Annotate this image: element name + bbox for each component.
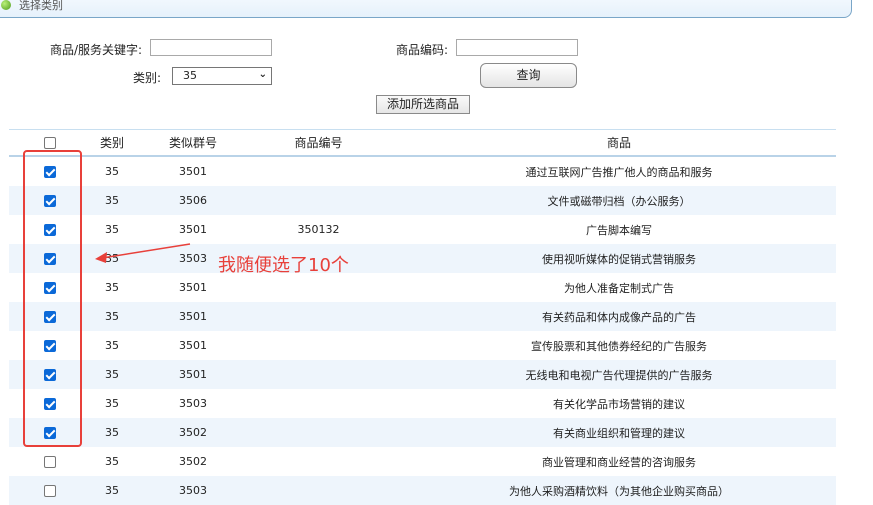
- table-row[interactable]: 35 3503 为他人采购酒精饮料（为其他企业购买商品）: [9, 476, 836, 505]
- table-row[interactable]: 35 3501 有关药品和体内成像产品的广告: [9, 302, 836, 331]
- row-name: 有关药品和体内成像产品的广告: [542, 310, 696, 324]
- header-group: 类似群号: [168, 136, 217, 150]
- row-checkbox[interactable]: [44, 455, 56, 468]
- category-label: 类别:: [133, 71, 162, 85]
- category-select[interactable]: 35 ⌄: [172, 67, 272, 85]
- table-header: 类别 类似群号 商品编号 商品: [9, 129, 836, 157]
- row-group: 3501: [179, 281, 207, 294]
- row-name: 有关化学品市场营销的建议: [553, 397, 685, 411]
- row-code: [235, 302, 402, 331]
- row-group: 3502: [179, 426, 207, 439]
- annotation-text: 我随便选了10个: [218, 255, 349, 276]
- keyword-label: 商品/服务关键字:: [50, 43, 143, 57]
- row-name: 无线电和电视广告代理提供的广告服务: [525, 368, 713, 382]
- row-code: [235, 447, 402, 476]
- row-name: 广告脚本编写: [586, 223, 652, 237]
- header-name: 商品: [606, 136, 631, 150]
- row-group: 3501: [179, 165, 207, 178]
- row-category: 35: [105, 484, 119, 497]
- product-table: 类别 类似群号 商品编号 商品 35 3501 通过互联网广告推广他人的商品和服务 3…: [9, 129, 836, 505]
- row-checkbox-cell: [27, 476, 73, 505]
- row-code: [235, 389, 402, 418]
- row-name: 为他人准备定制式广告: [564, 281, 674, 295]
- table-row[interactable]: 35 3501 宣传股票和其他债券经纪的广告服务: [9, 331, 836, 360]
- row-name: 商业管理和商业经营的咨询服务: [542, 455, 696, 469]
- query-button[interactable]: 查询: [480, 63, 577, 88]
- row-checkbox-cell: [27, 447, 73, 476]
- row-group: 3502: [179, 455, 207, 468]
- row-name: 有关商业组织和管理的建议: [553, 426, 685, 440]
- annotation-highlight-box: [23, 150, 82, 447]
- product-code-label: 商品编码:: [396, 43, 449, 57]
- row-group: 3501: [179, 368, 207, 381]
- row-code: 350132: [297, 223, 340, 236]
- category-select-value: 35: [183, 69, 197, 82]
- row-name: 使用视听媒体的促销式营销服务: [542, 252, 696, 266]
- row-category: 35: [105, 281, 119, 294]
- select-all-checkbox[interactable]: [44, 136, 56, 149]
- row-group: 3503: [179, 484, 207, 497]
- row-name: 通过互联网广告推广他人的商品和服务: [525, 165, 713, 179]
- row-category: 35: [105, 426, 119, 439]
- row-code: [235, 418, 402, 447]
- row-code: [235, 157, 402, 186]
- dialog-title: 选择类别: [19, 0, 63, 12]
- row-code: [235, 331, 402, 360]
- row-group: 3503: [179, 397, 207, 410]
- row-code: [235, 476, 402, 505]
- add-selected-button[interactable]: 添加所选商品: [376, 95, 470, 114]
- row-group: 3501: [179, 339, 207, 352]
- header-code: 商品编号: [294, 136, 343, 150]
- row-category: 35: [105, 194, 119, 207]
- annotation-arrow-icon: [95, 243, 191, 263]
- dialog-title-bar: 选择类别: [0, 0, 852, 18]
- row-category: 35: [105, 339, 119, 352]
- table-row[interactable]: 35 3503 有关化学品市场营销的建议: [9, 389, 836, 418]
- row-code: [235, 273, 402, 302]
- row-checkbox[interactable]: [44, 484, 56, 497]
- table-row[interactable]: 35 3502 商业管理和商业经营的咨询服务: [9, 447, 836, 476]
- row-name: 宣传股票和其他债券经纪的广告服务: [531, 339, 707, 353]
- row-group: 3506: [179, 194, 207, 207]
- table-row[interactable]: 35 3501 无线电和电视广告代理提供的广告服务: [9, 360, 836, 389]
- table-row[interactable]: 35 3506 文件或磁带归档（办公服务）: [9, 186, 836, 215]
- row-category: 35: [105, 397, 119, 410]
- table-row[interactable]: 35 3501 通过互联网广告推广他人的商品和服务: [9, 157, 836, 186]
- row-code: [235, 360, 402, 389]
- table-row[interactable]: 35 3502 有关商业组织和管理的建议: [9, 418, 836, 447]
- status-dot-icon: [1, 0, 11, 10]
- row-code: [235, 186, 402, 215]
- keyword-input[interactable]: [150, 39, 272, 56]
- table-body: 35 3501 通过互联网广告推广他人的商品和服务 35 3506 文件或磁带归档（办公服…: [9, 157, 836, 505]
- product-code-input[interactable]: [456, 39, 578, 56]
- row-name: 为他人采购酒精饮料（为其他企业购买商品）: [509, 484, 729, 498]
- row-category: 35: [105, 165, 119, 178]
- row-category: 35: [105, 310, 119, 323]
- header-category: 类别: [99, 136, 124, 150]
- table-row[interactable]: 35 3501 为他人准备定制式广告: [9, 273, 836, 302]
- chevron-down-icon: ⌄: [258, 69, 267, 80]
- row-name: 文件或磁带归档（办公服务）: [547, 194, 691, 208]
- row-category: 35: [105, 455, 119, 468]
- row-category: 35: [105, 368, 119, 381]
- row-group: 3501: [179, 310, 207, 323]
